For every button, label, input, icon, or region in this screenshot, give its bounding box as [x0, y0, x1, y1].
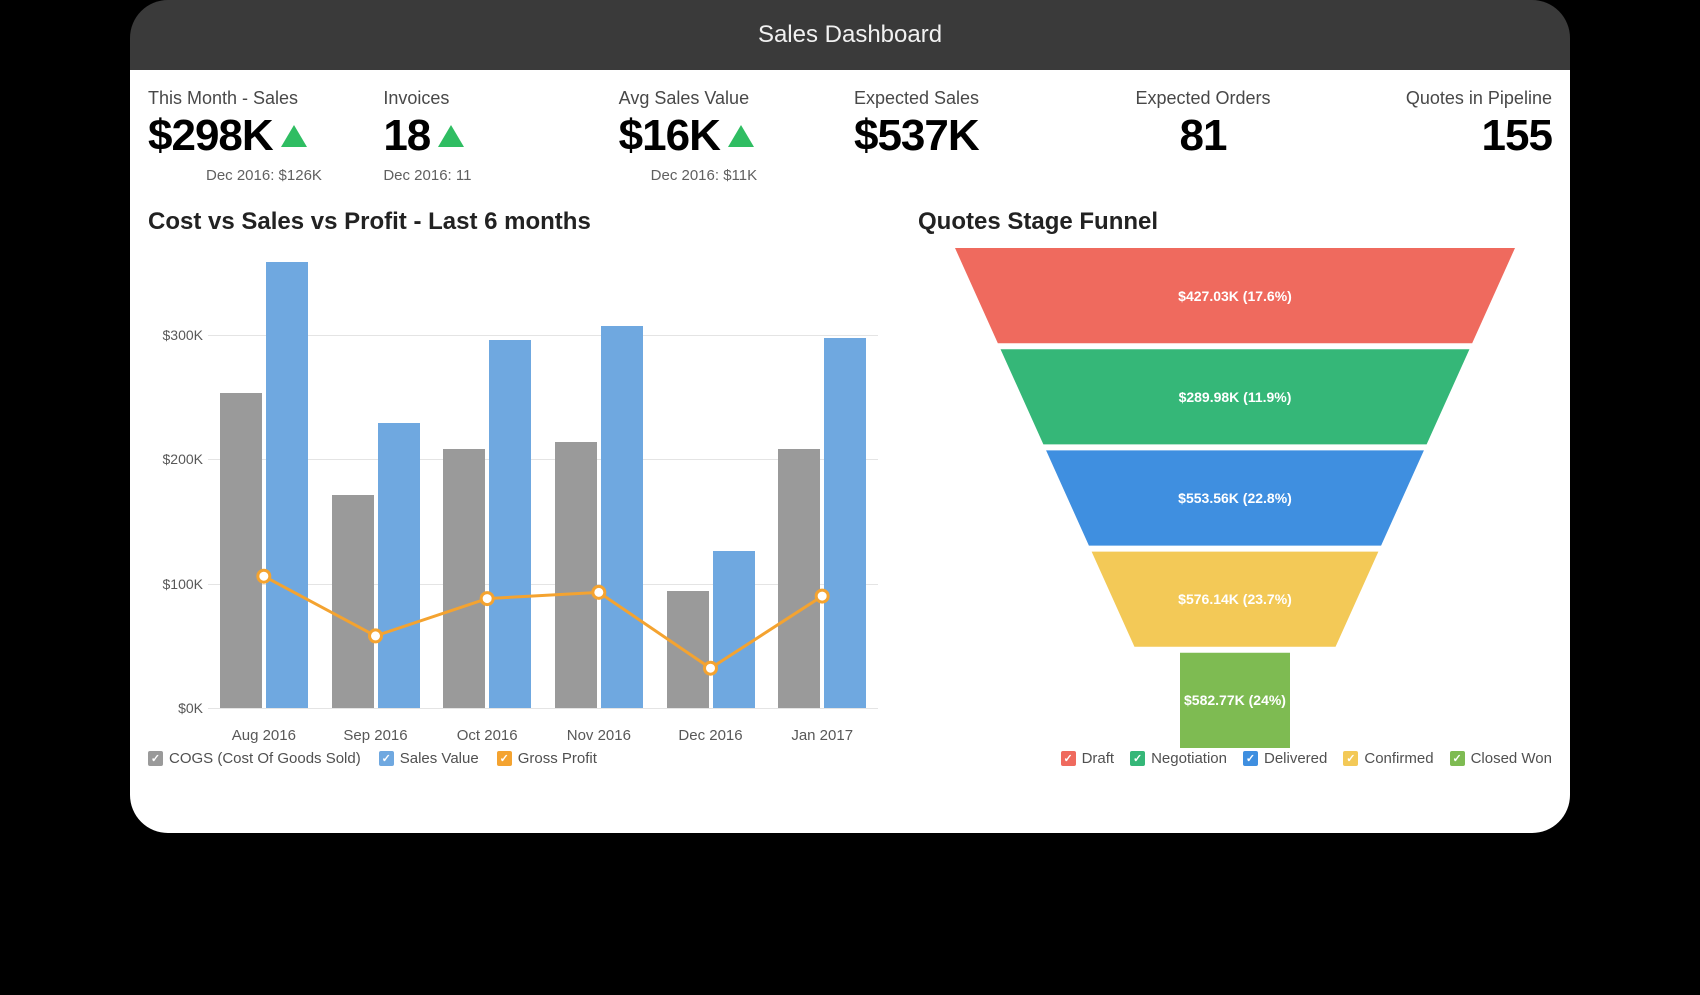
y-axis-tick: $200K [148, 451, 203, 467]
cost-sales-profit-chart[interactable]: $0K$100K$200K$300KAug 2016Sep 2016Oct 20… [208, 248, 878, 708]
kpi-sub: Dec 2016: $126K [206, 167, 375, 184]
x-axis-label: Dec 2016 [655, 727, 767, 744]
page-title: Sales Dashboard [758, 21, 942, 49]
chart-title: Quotes Stage Funnel [918, 208, 1552, 236]
funnel-stage-confirmed[interactable] [1092, 552, 1379, 647]
kpi-value: $298K [148, 111, 273, 161]
kpi-label: Expected Sales [854, 88, 1081, 109]
gross-profit-point[interactable] [258, 570, 270, 582]
kpi-quotes-in-pipeline[interactable]: Quotes in Pipeline 155 [1325, 88, 1552, 184]
gross-profit-point[interactable] [816, 590, 828, 602]
legend-label: COGS (Cost Of Goods Sold) [169, 750, 361, 767]
gross-profit-point[interactable] [705, 662, 717, 674]
kpi-sub: Dec 2016: $11K [651, 167, 846, 184]
checkmark-icon: ✓ [497, 751, 512, 766]
content-area: This Month - Sales $298K Dec 2016: $126K… [130, 70, 1570, 833]
cost-sales-profit-panel: Cost vs Sales vs Profit - Last 6 months … [148, 208, 888, 767]
funnel-panel: Quotes Stage Funnel $427.03K (17.6%)$289… [918, 208, 1552, 767]
kpi-expected-sales[interactable]: Expected Sales $537K [854, 88, 1081, 184]
y-axis-tick: $300K [148, 327, 203, 343]
bar-chart-legend: ✓ COGS (Cost Of Goods Sold) ✓ Sales Value ✓ G… [148, 750, 888, 767]
trend-up-icon [438, 125, 464, 147]
funnel-stage-negotiation[interactable] [1001, 349, 1470, 444]
checkmark-icon: ✓ [379, 751, 394, 766]
kpi-label: Expected Orders [1089, 88, 1316, 109]
kpi-label: Invoices [383, 88, 610, 109]
kpi-expected-orders[interactable]: Expected Orders 81 [1089, 88, 1316, 184]
checkmark-icon: ✓ [148, 751, 163, 766]
x-axis-label: Jan 2017 [766, 727, 878, 744]
kpi-label: Quotes in Pipeline [1325, 88, 1552, 109]
legend-label: Gross Profit [518, 750, 597, 767]
legend-label: Sales Value [400, 750, 479, 767]
gross-profit-point[interactable] [481, 593, 493, 605]
gross-profit-point[interactable] [370, 630, 382, 642]
kpi-value: $16K [619, 111, 720, 161]
quotes-stage-funnel-chart[interactable]: $427.03K (17.6%)$289.98K (11.9%)$553.56K… [918, 248, 1552, 758]
y-axis-tick: $100K [148, 576, 203, 592]
x-axis-label: Oct 2016 [431, 727, 543, 744]
header-bar: Sales Dashboard [130, 0, 1570, 70]
funnel-stage-draft[interactable] [955, 248, 1515, 343]
dashboard-frame: Sales Dashboard This Month - Sales $298K… [130, 0, 1570, 833]
kpi-avg-sales-value[interactable]: Avg Sales Value $16K Dec 2016: $11K [619, 88, 846, 184]
kpi-this-month-sales[interactable]: This Month - Sales $298K Dec 2016: $126K [148, 88, 375, 184]
x-axis-label: Aug 2016 [208, 727, 320, 744]
kpi-invoices[interactable]: Invoices 18 Dec 2016: 11 [383, 88, 610, 184]
gross-profit-point[interactable] [593, 586, 605, 598]
legend-item[interactable]: ✓ COGS (Cost Of Goods Sold) [148, 750, 361, 767]
x-axis-label: Sep 2016 [320, 727, 432, 744]
kpi-value: 18 [383, 111, 430, 161]
funnel-stage-closed-won[interactable] [1180, 653, 1290, 748]
funnel-stage-delivered[interactable] [1046, 450, 1424, 545]
legend-item[interactable]: ✓ Gross Profit [497, 750, 597, 767]
trend-up-icon [281, 125, 307, 147]
x-axis-label: Nov 2016 [543, 727, 655, 744]
kpi-label: Avg Sales Value [619, 88, 846, 109]
kpi-row: This Month - Sales $298K Dec 2016: $126K… [148, 88, 1552, 184]
kpi-value: 155 [1482, 111, 1552, 161]
kpi-sub: Dec 2016: 11 [383, 167, 610, 184]
trend-up-icon [728, 125, 754, 147]
chart-title: Cost vs Sales vs Profit - Last 6 months [148, 208, 888, 236]
kpi-label: This Month - Sales [148, 88, 375, 109]
legend-item[interactable]: ✓ Sales Value [379, 750, 479, 767]
kpi-value: $537K [854, 111, 979, 161]
y-axis-tick: $0K [148, 700, 203, 716]
kpi-value: 81 [1180, 111, 1227, 161]
